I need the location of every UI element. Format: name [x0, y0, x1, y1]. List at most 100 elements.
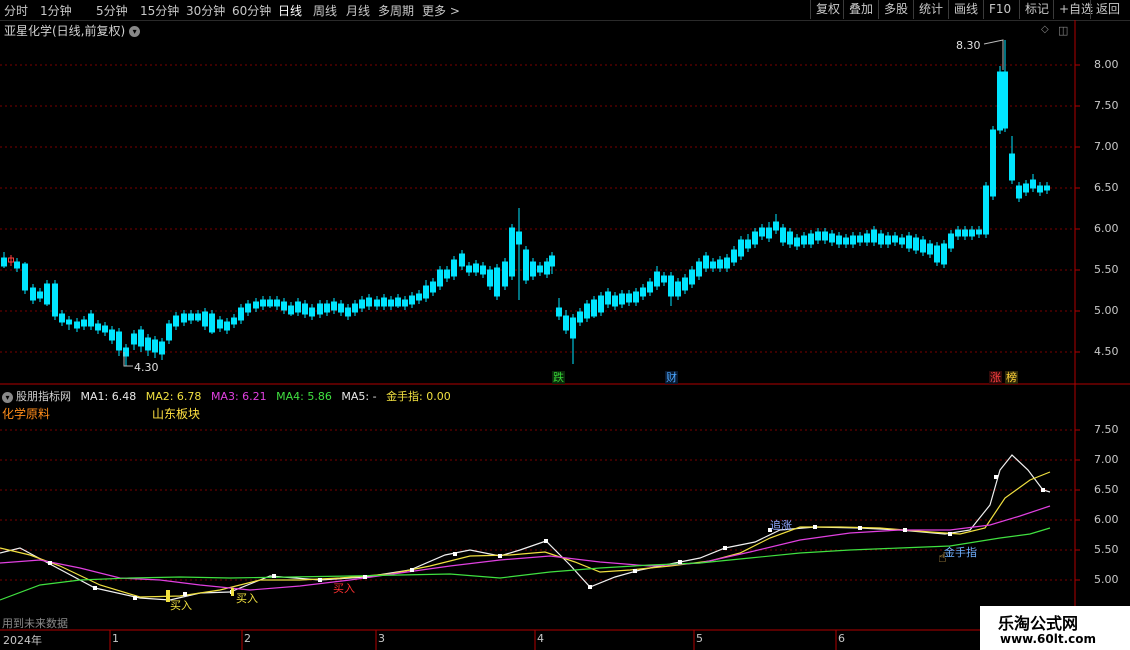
- candle-body: [437, 269, 443, 287]
- sector-label-chemical[interactable]: 化学原料: [2, 405, 50, 422]
- candle-body: [577, 311, 583, 323]
- candle-body: [773, 221, 779, 231]
- ind-y-tick-label: 6.00: [1094, 513, 1119, 526]
- candle-body: [1002, 71, 1008, 129]
- candle-body: [619, 293, 625, 305]
- candle-body: [626, 293, 632, 303]
- candle-body: [640, 287, 646, 297]
- candle-body: [395, 297, 401, 307]
- candle-body: [37, 291, 43, 299]
- event-marker-ranking[interactable]: 榜: [1005, 371, 1018, 384]
- candle-body: [444, 269, 450, 279]
- ma1-marker: [48, 561, 52, 565]
- candle-body: [668, 275, 674, 297]
- ma1-marker: [633, 569, 637, 573]
- candle-body: [331, 301, 337, 311]
- x-axis-label: 2024年: [3, 634, 42, 647]
- candle-body: [976, 229, 982, 235]
- candle-body: [598, 295, 604, 313]
- candle-body: [423, 285, 429, 299]
- candle-body: [752, 231, 758, 245]
- candle-body: [523, 249, 529, 281]
- ma1-marker: [678, 560, 682, 564]
- candle-body: [59, 313, 65, 323]
- candle-body: [899, 237, 905, 245]
- candle-body: [850, 235, 856, 245]
- ma1-line: [0, 454, 1051, 601]
- candle-body: [267, 299, 273, 307]
- candle-body: [549, 255, 555, 267]
- ind-y-tick-label: 5.50: [1094, 543, 1119, 556]
- chase-signal-label: 追涨: [770, 519, 792, 532]
- candle-body: [74, 321, 80, 329]
- candle-body: [724, 257, 730, 269]
- candle-body: [731, 249, 737, 263]
- panel-toggle-icon[interactable]: ◫: [1058, 24, 1068, 37]
- candle-body: [570, 317, 576, 339]
- candle-body: [605, 291, 611, 305]
- candle-body: [563, 315, 569, 331]
- candle-body: [366, 297, 372, 307]
- candle-body: [502, 261, 508, 287]
- candle-body: [801, 235, 807, 245]
- candle-body: [878, 233, 884, 245]
- candle-body: [317, 303, 323, 315]
- ma2-line: [0, 471, 1051, 598]
- candle-body: [1044, 185, 1050, 191]
- watermark-title: 乐淘公式网: [998, 614, 1079, 633]
- event-marker-finance[interactable]: 财: [665, 371, 678, 384]
- candle-body: [359, 299, 365, 309]
- candle-body: [703, 255, 709, 269]
- candle-body: [808, 233, 814, 245]
- candle-body: [131, 333, 137, 345]
- ma1-marker: [93, 586, 97, 590]
- candle-body: [794, 237, 800, 247]
- ma1-marker: [723, 546, 727, 550]
- candle-body: [95, 323, 101, 331]
- candle-body: [661, 275, 667, 283]
- candle-body: [682, 277, 688, 291]
- ma1-marker: [948, 532, 952, 536]
- candle-body: [1023, 183, 1029, 193]
- indicator-header: ▾ 股朋指标网 MA1: 6.48 MA2: 6.78 MA3: 6.21 MA4…: [2, 388, 457, 404]
- ind-y-tick-label: 5.00: [1094, 573, 1119, 586]
- candle-body: [238, 307, 244, 321]
- candle-body: [295, 301, 301, 313]
- candle-body: [480, 265, 486, 275]
- stock-title[interactable]: 亚星化学(日线,前复权) ▾: [4, 22, 141, 39]
- high-price-label: 8.30: [956, 39, 981, 52]
- candle-body: [22, 263, 28, 291]
- candlesticks: [1, 39, 1050, 367]
- candle-body: [217, 319, 223, 329]
- candle-body: [231, 317, 237, 325]
- sector-label-shandong[interactable]: 山东板块: [152, 405, 200, 422]
- indicator-name[interactable]: 股朋指标网: [16, 390, 71, 403]
- candle-body: [1037, 185, 1043, 193]
- ma2-value: MA2: 6.78: [145, 390, 202, 403]
- x-axis-label: 5: [696, 632, 703, 645]
- chevron-down-icon[interactable]: ▾: [2, 391, 13, 403]
- diamond-icon[interactable]: ◇: [1041, 24, 1049, 35]
- y-tick-label: 7.50: [1094, 99, 1119, 112]
- ma1-marker: [183, 592, 187, 596]
- ma1-marker: [318, 578, 322, 582]
- candle-body: [473, 263, 479, 273]
- candle-body: [30, 287, 36, 301]
- candle-body: [906, 235, 912, 249]
- ind-y-tick-label: 7.00: [1094, 453, 1119, 466]
- ma1-marker: [363, 575, 367, 579]
- event-marker-drop[interactable]: 跌: [552, 371, 565, 384]
- candle-body: [556, 307, 562, 317]
- buy-signal-label: 买入: [170, 599, 192, 612]
- candle-body: [766, 227, 772, 239]
- chevron-down-icon[interactable]: ▾: [129, 26, 141, 37]
- ma1-marker: [453, 552, 457, 556]
- candle-body: [885, 235, 891, 245]
- candle-body: [402, 299, 408, 307]
- ma1-value: MA1: 6.48: [80, 390, 137, 403]
- candle-body: [138, 329, 144, 347]
- event-marker-limit-up[interactable]: 涨: [989, 371, 1002, 384]
- candle-body: [745, 239, 751, 249]
- candle-body: [537, 265, 543, 273]
- candle-body: [983, 185, 989, 235]
